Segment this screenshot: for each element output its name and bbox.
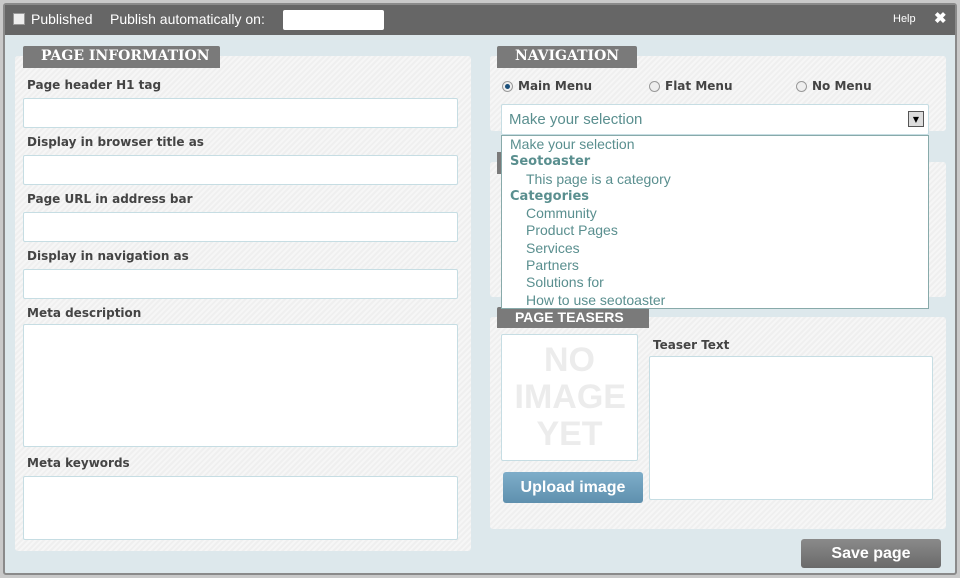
radio-main-menu[interactable]: Main Menu xyxy=(502,79,592,93)
teaser-text-textarea[interactable] xyxy=(649,356,933,500)
dropdown-option[interactable]: Solutions for xyxy=(502,274,928,291)
h1-label: Page header H1 tag xyxy=(27,78,162,92)
dropdown-option[interactable]: Product Pages xyxy=(502,222,928,239)
browser-title-input[interactable] xyxy=(23,155,458,185)
radio-label: Flat Menu xyxy=(665,79,733,93)
published-checkbox[interactable] xyxy=(13,13,25,25)
upload-image-button[interactable]: Upload image xyxy=(503,472,643,503)
menu-select-value: Make your selection xyxy=(509,111,643,128)
dropdown-option[interactable]: Make your selection xyxy=(502,136,928,153)
placeholder-image-text: NO IMAGE YET xyxy=(514,341,626,453)
meta-keywords-label: Meta keywords xyxy=(27,456,130,470)
dropdown-option[interactable]: Partners xyxy=(502,257,928,274)
dropdown-group-label: Seotoaster xyxy=(510,154,591,170)
publish-date-input[interactable] xyxy=(283,10,384,30)
dropdown-option[interactable]: How to use seotoaster xyxy=(502,292,928,309)
nav-name-input[interactable] xyxy=(23,269,458,299)
teaser-text-label: Teaser Text xyxy=(653,338,730,352)
chevron-down-icon[interactable]: ▼ xyxy=(908,111,924,127)
dropdown-option[interactable]: Services xyxy=(502,240,928,257)
publish-auto-label: Publish automatically on: xyxy=(110,11,265,27)
radio-label: Main Menu xyxy=(518,79,593,93)
save-page-button[interactable]: Save page xyxy=(801,539,941,568)
h1-input[interactable] xyxy=(23,98,458,128)
published-label: Published xyxy=(31,11,93,27)
dropdown-option[interactable]: This page is a category xyxy=(502,171,928,188)
close-icon[interactable]: ✖ xyxy=(934,9,947,27)
radio-unchecked-icon xyxy=(796,80,807,92)
browser-title-label: Display in browser title as xyxy=(27,135,204,149)
meta-description-textarea[interactable] xyxy=(23,324,458,447)
radio-checked-icon xyxy=(502,80,513,92)
radio-unchecked-icon xyxy=(649,80,660,92)
meta-keywords-textarea[interactable] xyxy=(23,476,458,540)
page-url-input[interactable] xyxy=(23,212,458,242)
title-bar: Published Publish automatically on: Help… xyxy=(5,5,955,35)
radio-label: No Menu xyxy=(812,79,872,93)
radio-flat-menu[interactable]: Flat Menu xyxy=(649,79,733,93)
menu-select[interactable]: Make your selection ▼ xyxy=(501,104,929,135)
help-link[interactable]: Help xyxy=(893,13,916,25)
page-url-label: Page URL in address bar xyxy=(27,192,193,206)
dropdown-option[interactable]: Community xyxy=(502,205,928,222)
meta-description-label: Meta description xyxy=(27,306,142,320)
navigation-tab: NAVIGATION xyxy=(497,46,637,68)
no-image-placeholder: NO IMAGE YET xyxy=(501,334,638,461)
page-information-tab: PAGE INFORMATION xyxy=(23,46,220,68)
nav-name-label: Display in navigation as xyxy=(27,249,189,263)
dropdown-group-label: Categories xyxy=(510,188,590,204)
page-teasers-tab: PAGE TEASERS xyxy=(497,307,649,328)
menu-dropdown-list: Make your selection Seotoaster This page i… xyxy=(501,135,929,309)
radio-no-menu[interactable]: No Menu xyxy=(796,79,872,93)
